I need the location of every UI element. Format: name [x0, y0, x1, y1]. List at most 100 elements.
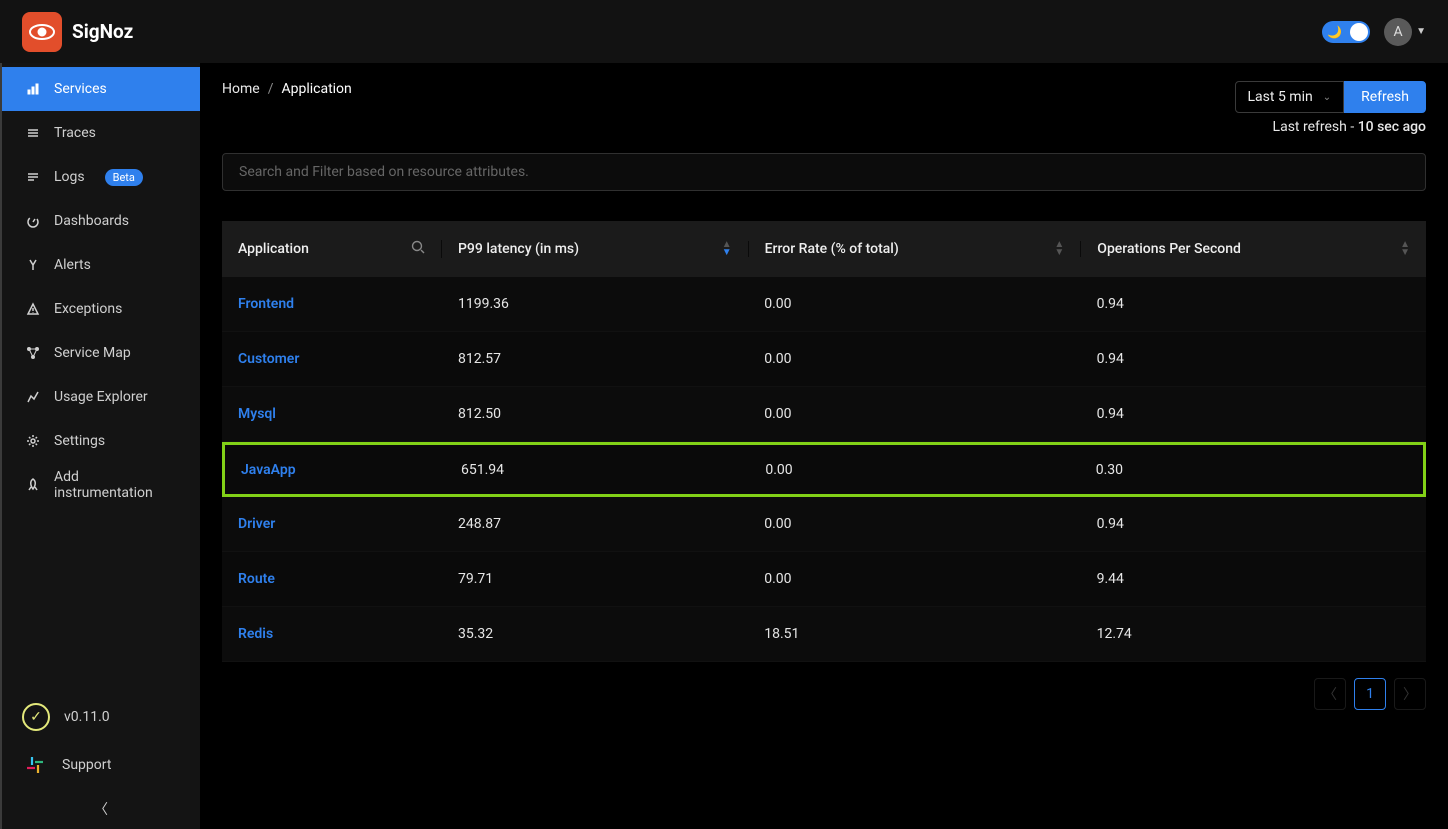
time-range-select[interactable]: Last 5 min ⌄	[1235, 81, 1345, 113]
rocket-icon	[26, 478, 40, 492]
sidebar-item-exceptions[interactable]: Exceptions	[2, 287, 200, 331]
main-content: Home / Application Last 5 min ⌄ Refresh …	[200, 63, 1448, 829]
logs-icon	[26, 170, 40, 184]
cell-ops: 0.94	[1081, 516, 1426, 532]
pagination: 〈 1 〉	[222, 678, 1426, 710]
sidebar-item-traces[interactable]: Traces	[2, 111, 200, 155]
alerts-icon	[26, 258, 40, 272]
cell-app: Frontend	[222, 296, 442, 312]
app-link[interactable]: Driver	[238, 516, 275, 532]
sidebar: Services Traces Logs Beta Dashboards Alerts Ex…	[0, 63, 200, 829]
version-label: v0.11.0	[64, 709, 110, 725]
app-link[interactable]: Route	[238, 571, 275, 587]
brand-logo-icon	[22, 12, 62, 52]
app-link[interactable]: Mysql	[238, 406, 276, 422]
toggle-knob	[1350, 23, 1368, 41]
version-row[interactable]: ✓ v0.11.0	[2, 693, 200, 741]
sidebar-item-label: Logs	[54, 169, 85, 185]
theme-toggle[interactable]: 🌙	[1322, 21, 1370, 43]
table-row: Redis 35.3218.5112.74	[222, 607, 1426, 662]
col-application[interactable]: Application	[222, 240, 442, 258]
servicemap-icon	[26, 346, 40, 360]
cell-p99: 1199.36	[442, 296, 748, 312]
cell-p99: 35.32	[442, 626, 748, 642]
usage-icon	[26, 390, 40, 404]
cell-p99: 79.71	[442, 571, 748, 587]
sidebar-item-label: Exceptions	[54, 301, 122, 317]
sidebar-item-services[interactable]: Services	[2, 67, 200, 111]
refresh-button[interactable]: Refresh	[1344, 81, 1426, 113]
cell-p99: 812.50	[442, 406, 748, 422]
brand-name: SigNoz	[72, 20, 133, 43]
slack-icon	[22, 752, 48, 778]
cell-app: Driver	[222, 516, 442, 532]
cell-err: 18.51	[748, 626, 1080, 642]
cell-err: 0.00	[748, 351, 1080, 367]
avatar: A	[1384, 18, 1412, 46]
sidebar-item-logs[interactable]: Logs Beta	[2, 155, 200, 199]
header-right: 🌙 A ▼	[1322, 18, 1426, 46]
table-row: Driver248.870.000.94	[222, 497, 1426, 552]
cell-err: 0.00	[748, 516, 1080, 532]
cell-app: Route	[222, 571, 442, 587]
sidebar-item-add-instrumentation[interactable]: Add instrumentation	[2, 463, 200, 507]
chevron-left-icon: 〈	[1323, 684, 1337, 704]
user-menu[interactable]: A ▼	[1384, 18, 1426, 46]
sidebar-item-label: Traces	[54, 125, 96, 141]
cell-ops: 0.30	[1080, 462, 1423, 478]
app-link[interactable]: JavaApp	[241, 462, 296, 478]
sidebar-item-usage-explorer[interactable]: Usage Explorer	[2, 375, 200, 419]
brand-block[interactable]: SigNoz	[22, 12, 133, 52]
cell-p99: 812.57	[442, 351, 748, 367]
search-wrapper[interactable]	[222, 153, 1426, 191]
page-prev[interactable]: 〈	[1314, 678, 1346, 710]
chevron-right-icon: 〉	[1403, 684, 1417, 704]
sidebar-item-dashboards[interactable]: Dashboards	[2, 199, 200, 243]
page-number[interactable]: 1	[1354, 678, 1386, 710]
dashboards-icon	[26, 214, 40, 228]
sidebar-item-label: Usage Explorer	[54, 389, 148, 405]
cell-err: 0.00	[748, 406, 1080, 422]
sort-icon[interactable]: ▲▼	[1400, 241, 1410, 257]
cell-ops: 0.94	[1081, 406, 1426, 422]
sidebar-item-alerts[interactable]: Alerts	[2, 243, 200, 287]
cell-ops: 12.74	[1081, 626, 1426, 642]
chevron-down-icon: ⌄	[1323, 92, 1331, 103]
beta-badge: Beta	[105, 169, 143, 186]
sidebar-item-service-map[interactable]: Service Map	[2, 331, 200, 375]
support-label: Support	[62, 757, 111, 773]
cell-app: Customer	[222, 351, 442, 367]
table-row: Mysql 812.500.000.94	[222, 387, 1426, 442]
table-row: Route 79.710.009.44	[222, 552, 1426, 607]
app-link[interactable]: Frontend	[238, 296, 294, 312]
col-error-rate[interactable]: Error Rate (% of total) ▲▼	[749, 241, 1082, 257]
breadcrumb-home[interactable]: Home	[222, 81, 260, 97]
sidebar-collapse[interactable]: 〈	[2, 789, 200, 829]
page-next[interactable]: 〉	[1394, 678, 1426, 710]
sort-icon[interactable]: ▲▼	[722, 241, 732, 257]
applications-table: Application P99 latency (in ms) ▲▼ Error…	[222, 221, 1426, 662]
app-link[interactable]: Redis	[238, 626, 273, 642]
sidebar-item-label: Services	[54, 81, 107, 97]
chevron-down-icon: ▼	[1416, 26, 1426, 37]
last-refresh-text: Last refresh - 10 sec ago	[1273, 119, 1426, 135]
cell-ops: 9.44	[1081, 571, 1426, 587]
table-row: Frontend1199.360.000.94	[222, 277, 1426, 332]
breadcrumb: Home / Application	[222, 81, 352, 97]
support-row[interactable]: Support	[2, 741, 200, 789]
app-link[interactable]: Customer	[238, 351, 299, 367]
app-header: SigNoz 🌙 A ▼	[0, 0, 1448, 63]
col-ops[interactable]: Operations Per Second ▲▼	[1081, 241, 1426, 257]
check-circle-icon: ✓	[22, 703, 50, 731]
sidebar-item-label: Add instrumentation	[54, 469, 176, 501]
cell-err: 0.00	[749, 462, 1079, 478]
sidebar-item-label: Alerts	[54, 257, 91, 273]
sidebar-item-settings[interactable]: Settings	[2, 419, 200, 463]
col-p99[interactable]: P99 latency (in ms) ▲▼	[442, 241, 749, 257]
cell-app: Mysql	[222, 406, 442, 422]
search-icon[interactable]	[411, 240, 425, 258]
cell-err: 0.00	[748, 571, 1080, 587]
search-input[interactable]	[239, 164, 1409, 180]
cell-app: Redis	[222, 626, 442, 642]
sort-icon[interactable]: ▲▼	[1054, 241, 1064, 257]
